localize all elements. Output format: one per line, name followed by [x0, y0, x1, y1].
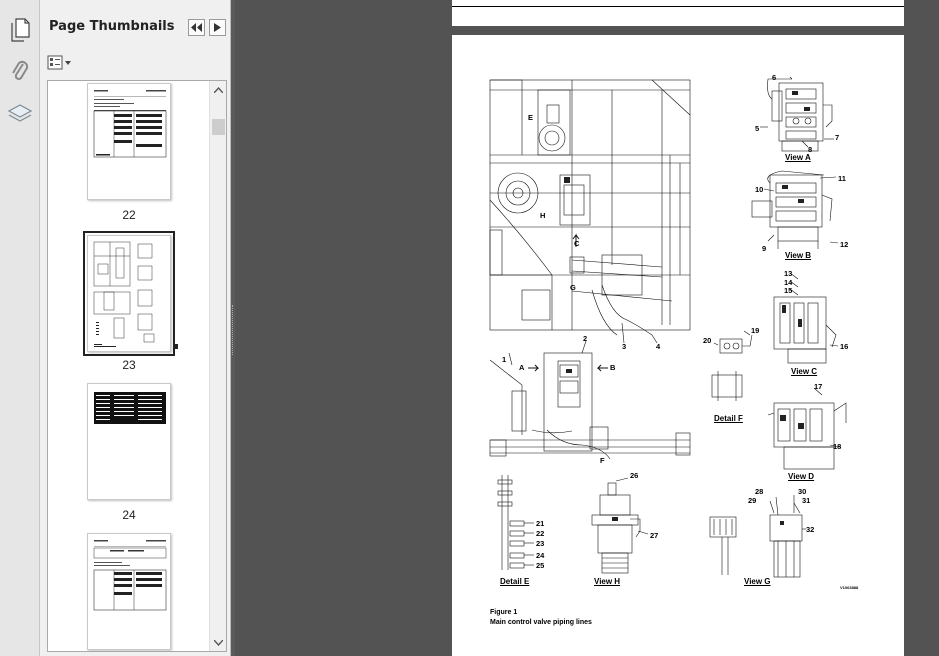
callout-19: 19	[751, 326, 760, 335]
callout-17: 17	[814, 382, 823, 391]
thumbnail-page-24[interactable]	[87, 383, 171, 500]
thumbnail-page-22[interactable]	[87, 83, 171, 200]
page-thumbnails-icon[interactable]	[6, 16, 34, 44]
thumbnail-label: 22	[122, 208, 136, 222]
callout-22: 22	[536, 529, 545, 538]
view-a-label: View A	[785, 153, 811, 162]
options-menu-button[interactable]	[47, 54, 73, 72]
chevron-right-icon	[214, 23, 221, 32]
callout-1: 1	[502, 355, 507, 364]
panel-title: Page Thumbnails	[49, 19, 175, 34]
thumbnail-label: 24	[122, 508, 136, 522]
chevron-down-icon	[214, 639, 223, 646]
callout-26: 26	[630, 471, 639, 480]
marker-b: B	[610, 363, 616, 372]
callout-2: 2	[583, 334, 588, 343]
marker-g: G	[570, 283, 576, 292]
view-d-label: View D	[788, 472, 815, 481]
chevron-up-icon	[214, 86, 223, 93]
callout-3: 3	[622, 342, 627, 351]
document-view[interactable]: 6 5 7 8 View A 11 10 9 12 View B 13 14 1…	[235, 0, 939, 656]
navigation-strip	[0, 0, 40, 656]
panel-toolbar	[40, 50, 231, 76]
thumbnail-list[interactable]: 22 23 24	[47, 80, 227, 652]
scroll-up-arrow[interactable]	[210, 81, 226, 98]
thumbnail-scrollbar[interactable]	[209, 81, 226, 651]
expand-panel-button[interactable]	[209, 19, 226, 36]
attachments-icon[interactable]	[6, 57, 34, 85]
figure-reference-code: V1063888	[840, 585, 859, 590]
detail-e-label: Detail E	[500, 577, 530, 586]
layers-icon[interactable]	[6, 100, 34, 128]
callout-10: 10	[755, 185, 764, 194]
callout-32: 32	[806, 525, 815, 534]
view-c-label: View C	[791, 367, 818, 376]
callout-5: 5	[755, 124, 760, 133]
callout-7: 7	[835, 133, 840, 142]
marker-e: E	[528, 113, 534, 122]
callout-20: 20	[703, 336, 712, 345]
double-chevron-left-icon	[191, 23, 202, 32]
splitter-grip[interactable]	[232, 305, 234, 355]
previous-page	[452, 0, 904, 26]
marker-a: A	[519, 363, 525, 372]
view-b-label: View B	[785, 251, 812, 260]
callout-30: 30	[798, 487, 807, 496]
view-g-label: View G	[744, 577, 771, 586]
callout-24: 24	[536, 551, 545, 560]
detail-f-label: Detail F	[714, 414, 743, 423]
callout-15: 15	[784, 286, 793, 295]
selection-handle[interactable]	[173, 344, 178, 349]
figure-caption: Main control valve piping lines	[490, 619, 592, 626]
callout-16: 16	[840, 342, 849, 351]
marker-c: C	[574, 239, 580, 248]
main-control-valve-drawing	[489, 76, 847, 578]
options-menu-icon	[47, 55, 71, 70]
figure-number: Figure 1	[490, 609, 518, 616]
collapse-panel-button[interactable]	[188, 19, 205, 36]
panel-header: Page Thumbnails	[40, 10, 231, 46]
thumbnail-label: 23	[122, 358, 136, 372]
callout-23: 23	[536, 539, 545, 548]
callout-4: 4	[656, 342, 661, 351]
callout-6: 6	[772, 73, 777, 82]
marker-f: F	[600, 456, 605, 465]
thumbnails-panel: Page Thumbnails 22 23 24	[40, 0, 231, 656]
thumbnail-page-25[interactable]	[87, 533, 171, 650]
callout-9: 9	[762, 244, 767, 253]
callout-18: 18	[833, 442, 842, 451]
marker-h: H	[540, 211, 546, 220]
scrollbar-thumb[interactable]	[212, 119, 225, 135]
callout-25: 25	[536, 561, 545, 570]
callout-11: 11	[838, 174, 846, 183]
view-h-label: View H	[594, 577, 621, 586]
callout-29: 29	[748, 496, 757, 505]
callout-28: 28	[755, 487, 764, 496]
callout-31: 31	[802, 496, 811, 505]
callout-21: 21	[536, 519, 545, 528]
scroll-down-arrow[interactable]	[210, 634, 226, 651]
thumbnail-page-23[interactable]	[83, 231, 175, 356]
callout-12: 12	[840, 240, 849, 249]
callout-27: 27	[650, 531, 659, 540]
callout-13: 13	[784, 269, 793, 278]
document-page: 6 5 7 8 View A 11 10 9 12 View B 13 14 1…	[452, 35, 904, 656]
